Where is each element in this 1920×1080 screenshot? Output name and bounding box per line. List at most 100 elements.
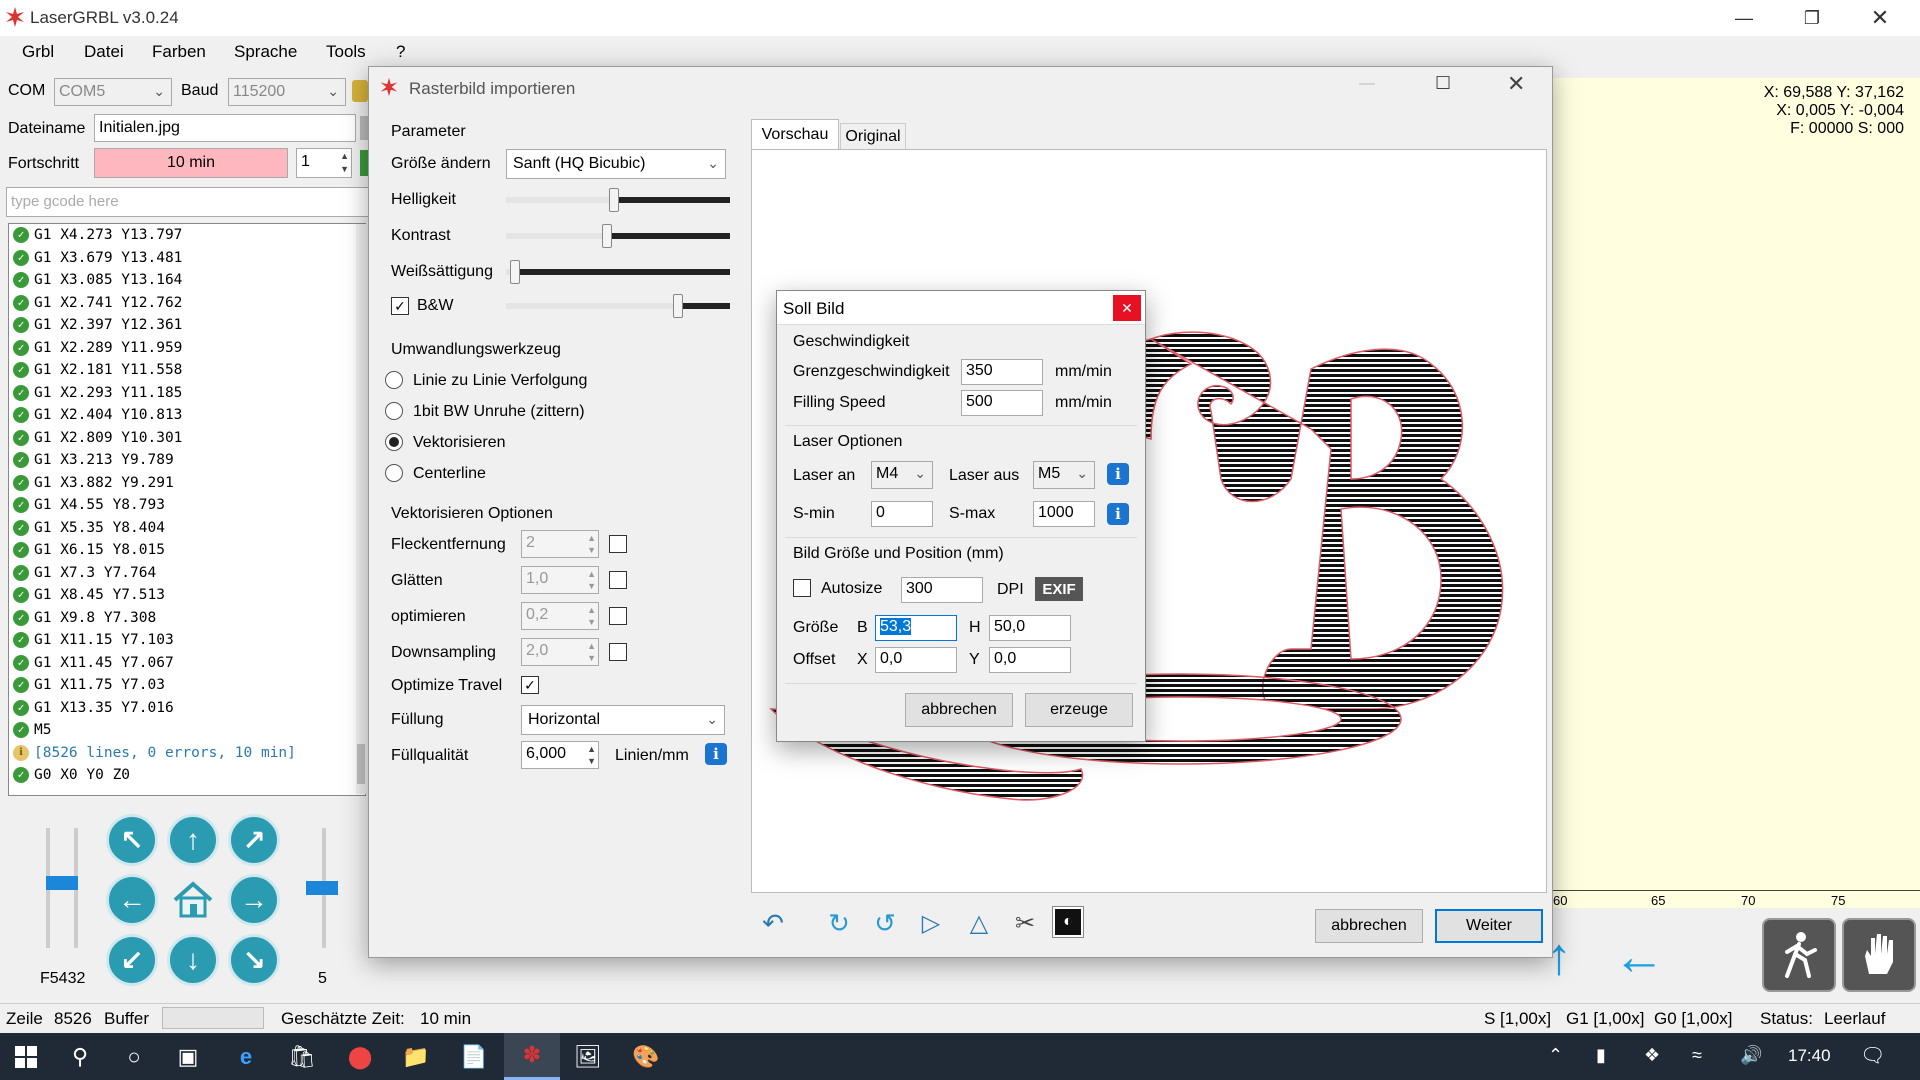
step-slider[interactable] bbox=[304, 828, 344, 948]
list-item[interactable]: ✓ G1 X11.75 Y7.03 bbox=[9, 674, 365, 697]
list-item[interactable]: ✓ G1 X11.15 Y7.103 bbox=[9, 629, 365, 652]
menu-tools[interactable]: Tools bbox=[326, 42, 366, 62]
menu-datei[interactable]: Datei bbox=[84, 42, 124, 62]
chrome-icon[interactable]: ⬤ bbox=[344, 1041, 376, 1073]
bw-checkbox[interactable]: ✓ bbox=[391, 297, 409, 315]
dialog-minimize-button[interactable]: — bbox=[1359, 75, 1375, 93]
import-next-button[interactable]: Weiter bbox=[1435, 909, 1543, 943]
jog-down-right-button[interactable]: ↘ bbox=[228, 934, 280, 986]
stepper-arrows-icon[interactable]: ▲ ▼ bbox=[587, 640, 596, 664]
home-button[interactable] bbox=[167, 874, 219, 926]
import-cancel-button[interactable]: abbrechen bbox=[1315, 909, 1423, 943]
rotate-ccw-icon[interactable]: ↺ bbox=[867, 905, 903, 941]
smooth-checkbox[interactable] bbox=[609, 571, 627, 589]
dialog-maximize-button[interactable]: ☐ bbox=[1435, 73, 1451, 94]
whiteclip-slider[interactable] bbox=[506, 259, 730, 285]
stepper-arrows-icon[interactable]: ▲ ▼ bbox=[587, 568, 596, 592]
list-item[interactable]: ✓ G1 X2.289 Y11.959 bbox=[9, 337, 365, 360]
offset-y-field[interactable]: 0,0 bbox=[989, 647, 1071, 673]
list-item[interactable]: ✓ G1 X7.3 Y7.764 bbox=[9, 562, 365, 585]
list-item[interactable]: ℹ [8526 lines, 0 errors, 10 min] bbox=[9, 742, 365, 765]
width-field[interactable]: 53,3 bbox=[875, 615, 957, 641]
stepper-arrows-icon[interactable]: ▲ ▼ bbox=[587, 604, 596, 628]
close-button[interactable]: ✕ bbox=[1846, 0, 1914, 36]
smooth-stepper[interactable]: 1,0 ▲ ▼ bbox=[521, 566, 599, 594]
battery-icon[interactable]: ▮ bbox=[1596, 1045, 1606, 1066]
work-canvas[interactable] bbox=[1553, 78, 1920, 908]
task-view-icon[interactable]: ▣ bbox=[172, 1041, 204, 1073]
list-item[interactable]: ✓ M5 bbox=[9, 719, 365, 742]
fill-speed-field[interactable]: 500 bbox=[961, 390, 1043, 416]
s-override[interactable]: S [1,00x] bbox=[1484, 1009, 1551, 1029]
optimize-stepper[interactable]: 0,2 ▲ ▼ bbox=[521, 602, 599, 630]
feed-slider[interactable] bbox=[40, 828, 84, 948]
flip-vertical-icon[interactable]: △ bbox=[961, 905, 997, 941]
gcode-list[interactable]: ✓ G1 X4.273 Y13.797 ✓ G1 X3.679 Y13.481 ✓ G1 … bbox=[8, 223, 366, 796]
despeckle-stepper[interactable]: 2 ▲ ▼ bbox=[521, 530, 599, 558]
fill-quality-stepper[interactable]: 6,000 ▲ ▼ bbox=[521, 741, 599, 769]
tool-radio-centerline[interactable] bbox=[385, 464, 403, 482]
autosize-checkbox[interactable] bbox=[793, 579, 811, 597]
bw-slider[interactable] bbox=[506, 293, 730, 319]
menu-farben[interactable]: Farben bbox=[152, 42, 206, 62]
list-item[interactable]: ✓ G1 X4.55 Y8.793 bbox=[9, 494, 365, 517]
smin-field[interactable]: 0 bbox=[871, 501, 933, 527]
list-item[interactable]: ✓ G1 X2.809 Y10.301 bbox=[9, 427, 365, 450]
cortana-icon[interactable]: ○ bbox=[118, 1041, 150, 1073]
lasergrbl-task-button[interactable]: ✽ bbox=[504, 1033, 560, 1080]
windows-start-icon[interactable] bbox=[10, 1041, 42, 1073]
explorer-icon[interactable]: 📁 bbox=[400, 1041, 432, 1073]
jog-left-button[interactable]: ← bbox=[106, 874, 158, 926]
tool-radio-line2line[interactable] bbox=[385, 371, 403, 389]
notepad-icon[interactable]: 📄 bbox=[458, 1041, 490, 1073]
tab-preview[interactable]: Vorschau bbox=[751, 119, 839, 149]
jog-up-button[interactable]: ↑ bbox=[167, 814, 219, 866]
list-item[interactable]: ✓ G1 X3.213 Y9.789 bbox=[9, 449, 365, 472]
stop-button[interactable] bbox=[1842, 918, 1916, 992]
list-item[interactable]: ✓ G1 X2.397 Y12.361 bbox=[9, 314, 365, 337]
slider-thumb[interactable] bbox=[609, 188, 619, 212]
crop-icon[interactable]: ✂ bbox=[1007, 905, 1043, 941]
jog-up-right-button[interactable]: ↗ bbox=[228, 814, 280, 866]
invert-icon[interactable]: ◐ bbox=[1052, 906, 1084, 938]
height-field[interactable]: 50,0 bbox=[989, 615, 1071, 641]
list-item[interactable]: ✓ G1 X2.293 Y11.185 bbox=[9, 382, 365, 405]
com-select[interactable]: COM5 ⌄ bbox=[54, 78, 172, 106]
downsampling-checkbox[interactable] bbox=[609, 643, 627, 661]
list-item[interactable]: ✓ G1 X6.15 Y8.015 bbox=[9, 539, 365, 562]
fill-select[interactable]: Horizontal ⌄ bbox=[521, 705, 725, 735]
rotate-icon[interactable]: ↶ bbox=[755, 905, 791, 941]
stepper-arrows-icon[interactable]: ▲ ▼ bbox=[587, 532, 596, 556]
scrollbar-thumb[interactable] bbox=[357, 744, 365, 784]
target-cancel-button[interactable]: abbrechen bbox=[905, 693, 1013, 727]
jog-down-left-button[interactable]: ↙ bbox=[106, 934, 158, 986]
list-item[interactable]: ✓ G1 X11.45 Y7.067 bbox=[9, 652, 365, 675]
jog-up-left-button[interactable]: ↖ bbox=[106, 814, 158, 866]
minimize-button[interactable]: — bbox=[1710, 0, 1778, 36]
despeckle-checkbox[interactable] bbox=[609, 535, 627, 553]
menu-help[interactable]: ? bbox=[396, 42, 405, 62]
gcode-input[interactable]: type gcode here bbox=[6, 187, 370, 217]
laser-on-select[interactable]: M4 ⌄ bbox=[871, 461, 933, 489]
dpi-field[interactable]: 300 bbox=[901, 577, 983, 603]
dialog-close-button[interactable]: ✕ bbox=[1507, 71, 1525, 97]
list-item[interactable]: ✓ G0 X0 Y0 Z0 bbox=[9, 764, 365, 787]
clock[interactable]: 17:40 bbox=[1788, 1046, 1831, 1066]
list-item[interactable]: ✓ G1 X3.679 Y13.481 bbox=[9, 247, 365, 270]
slider-thumb[interactable] bbox=[602, 224, 612, 248]
optimize-checkbox[interactable] bbox=[609, 607, 627, 625]
target-create-button[interactable]: erzeuge bbox=[1025, 693, 1133, 727]
store-icon[interactable]: 🛍 bbox=[286, 1041, 318, 1073]
border-speed-field[interactable]: 350 bbox=[961, 359, 1043, 385]
flip-horizontal-icon[interactable]: ▷ bbox=[913, 905, 949, 941]
repeat-stepper[interactable]: 1 ▲ ▼ bbox=[296, 148, 352, 178]
list-item[interactable]: ✓ G1 X13.35 Y7.016 bbox=[9, 697, 365, 720]
list-item[interactable]: ✓ G1 X2.181 Y11.558 bbox=[9, 359, 365, 382]
downsampling-stepper[interactable]: 2,0 ▲ ▼ bbox=[521, 638, 599, 666]
jog-right-button[interactable]: → bbox=[228, 874, 280, 926]
brightness-slider[interactable] bbox=[506, 187, 730, 213]
restore-button[interactable]: ❐ bbox=[1778, 0, 1846, 36]
rotate-cw-icon[interactable]: ↻ bbox=[821, 905, 857, 941]
resize-select[interactable]: Sanft (HQ Bicubic) ⌄ bbox=[506, 149, 726, 179]
smax-field[interactable]: 1000 bbox=[1033, 501, 1095, 527]
